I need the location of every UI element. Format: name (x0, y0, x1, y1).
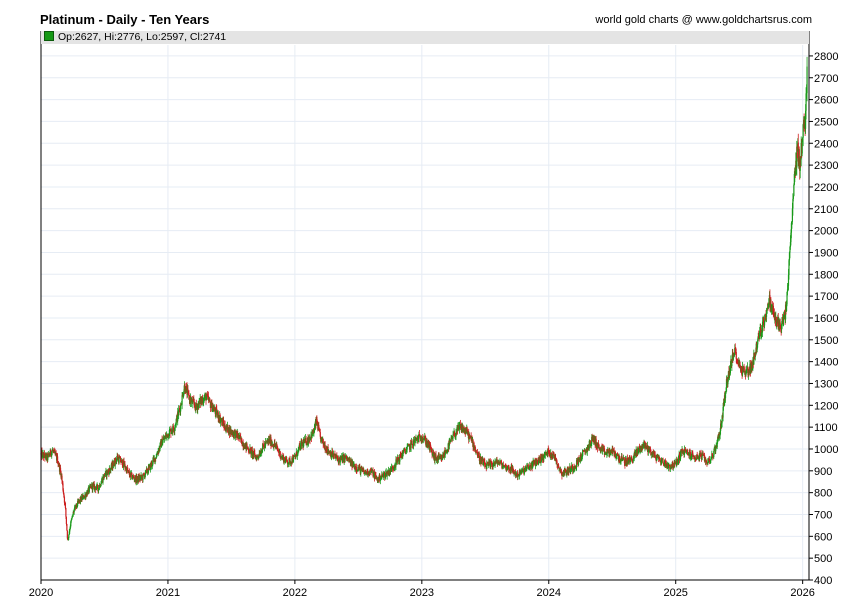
candle-body-1487 (766, 308, 768, 314)
candle-body-148 (112, 465, 114, 469)
y-tick-label-2600: 2600 (814, 95, 838, 107)
y-tick-label-2300: 2300 (814, 160, 838, 172)
candle-body-646 (355, 466, 358, 471)
ohlc-readout: Op:2627, Hi:2776, Lo:2597, Cl:2741 (41, 31, 809, 44)
candle-body-51 (65, 508, 67, 517)
candle-body-1402 (724, 393, 727, 399)
candle-body-1542 (793, 184, 795, 196)
y-tick-label-1600: 1600 (814, 313, 838, 325)
y-tick-label-1000: 1000 (814, 444, 838, 456)
y-tick-label-1100: 1100 (814, 422, 838, 434)
candle-body-14 (47, 454, 49, 460)
candle-body-745 (404, 448, 406, 452)
candle-body-50 (64, 503, 67, 509)
candle-body-53 (66, 524, 68, 531)
candle-body-1420 (733, 354, 735, 357)
y-tick-label-1700: 1700 (814, 291, 838, 303)
y-tick-label-2000: 2000 (814, 226, 838, 238)
candle-body-1181 (617, 453, 619, 455)
candle-body-1403 (725, 391, 727, 394)
candle-body-828 (444, 453, 446, 455)
candle-body-1274 (662, 458, 664, 463)
x-tick-label-2020: 2020 (29, 587, 53, 599)
candle-body-289 (181, 395, 183, 405)
candle-body-695 (379, 479, 381, 481)
y-tick-label-1900: 1900 (814, 247, 838, 259)
y-tick-label-700: 700 (814, 509, 832, 521)
y-tick-label-1800: 1800 (814, 269, 838, 281)
candle-body-379 (225, 429, 227, 432)
x-tick-label-2024: 2024 (537, 587, 561, 599)
candle-body-760 (411, 440, 413, 445)
candle-body-301 (187, 388, 189, 391)
candle-body-339 (205, 397, 208, 401)
candle-body-479 (274, 442, 276, 446)
axes: 400 500 600 700 800 900 1000 1100 1200 1300 1400 15… (29, 31, 838, 599)
candle-body-1500 (772, 305, 774, 312)
y-tick-label-1300: 1300 (814, 378, 838, 390)
candle-body-857 (458, 425, 461, 430)
candle-body-1569 (806, 66, 808, 94)
candle-body-1143 (598, 444, 600, 448)
x-tick-label-2025: 2025 (663, 587, 687, 599)
y-tick-label-600: 600 (814, 531, 832, 543)
price-chart: 400 500 600 700 800 900 1000 1100 1200 1300 1400 15… (29, 31, 838, 599)
x-tick-label-2026: 2026 (790, 587, 814, 599)
x-tick-label-2021: 2021 (156, 587, 180, 599)
candle-body-1060 (557, 464, 560, 468)
y-tick-label-800: 800 (814, 488, 832, 500)
y-tick-label-2400: 2400 (814, 138, 838, 150)
ohlc-values: Op:2627, Hi:2776, Lo:2597, Cl:2741 (58, 31, 227, 43)
candle-body-263 (168, 430, 171, 437)
x-tick-label-2023: 2023 (410, 587, 434, 599)
candle-body-572 (319, 432, 321, 437)
candle-343 (207, 391, 210, 404)
y-tick-label-1400: 1400 (814, 357, 838, 369)
y-tick-label-2100: 2100 (814, 204, 838, 216)
candle-body-18 (49, 454, 51, 456)
candle-body-1559 (801, 140, 803, 154)
y-tick-label-2800: 2800 (814, 51, 838, 63)
up-candle-swatch (44, 31, 54, 41)
candle-body-455 (262, 443, 264, 446)
x-tick-label-2022: 2022 (283, 587, 307, 599)
y-tick-label-1500: 1500 (814, 335, 838, 347)
y-tick-label-500: 500 (814, 553, 832, 565)
y-tick-label-2200: 2200 (814, 182, 838, 194)
candle-body-43 (61, 475, 63, 481)
candle-53 (66, 523, 68, 531)
grid-lines (40, 45, 809, 581)
y-tick-label-2700: 2700 (814, 73, 838, 85)
y-tick-label-2500: 2500 (814, 116, 838, 128)
candlestick-series (40, 56, 808, 541)
y-tick-label-900: 900 (814, 466, 832, 478)
candle-body-52 (65, 516, 67, 525)
candle-body-1424 (735, 352, 737, 359)
y-tick-label-1200: 1200 (814, 400, 838, 412)
candle-body-1529 (786, 289, 789, 292)
candle-body-1363 (705, 460, 708, 463)
candle-body-1354 (701, 455, 703, 460)
candle-body-123 (100, 483, 102, 486)
y-tick-label-400: 400 (814, 575, 832, 587)
